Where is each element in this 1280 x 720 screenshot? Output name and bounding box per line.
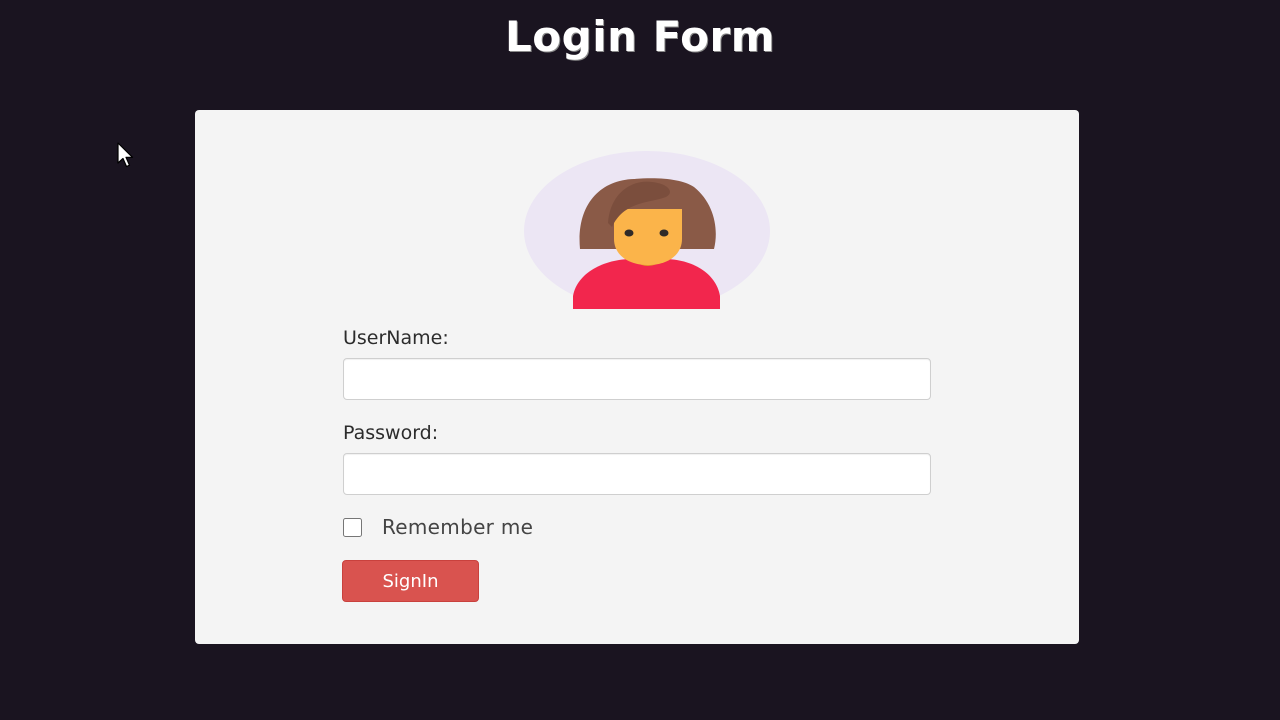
page-title: Login Form (505, 12, 775, 61)
user-avatar-icon (524, 151, 770, 309)
signin-button[interactable]: SignIn (342, 560, 479, 602)
remember-me-row: Remember me (343, 515, 533, 539)
remember-me-checkbox[interactable] (343, 517, 362, 537)
username-input[interactable] (343, 358, 931, 400)
login-card: UserName: Password: Remember me SignIn (195, 110, 1079, 644)
username-label: UserName: (343, 327, 449, 349)
password-input[interactable] (343, 453, 931, 495)
mouse-pointer-icon (117, 142, 134, 168)
password-label: Password: (343, 422, 439, 444)
remember-me-label[interactable]: Remember me (382, 515, 533, 539)
